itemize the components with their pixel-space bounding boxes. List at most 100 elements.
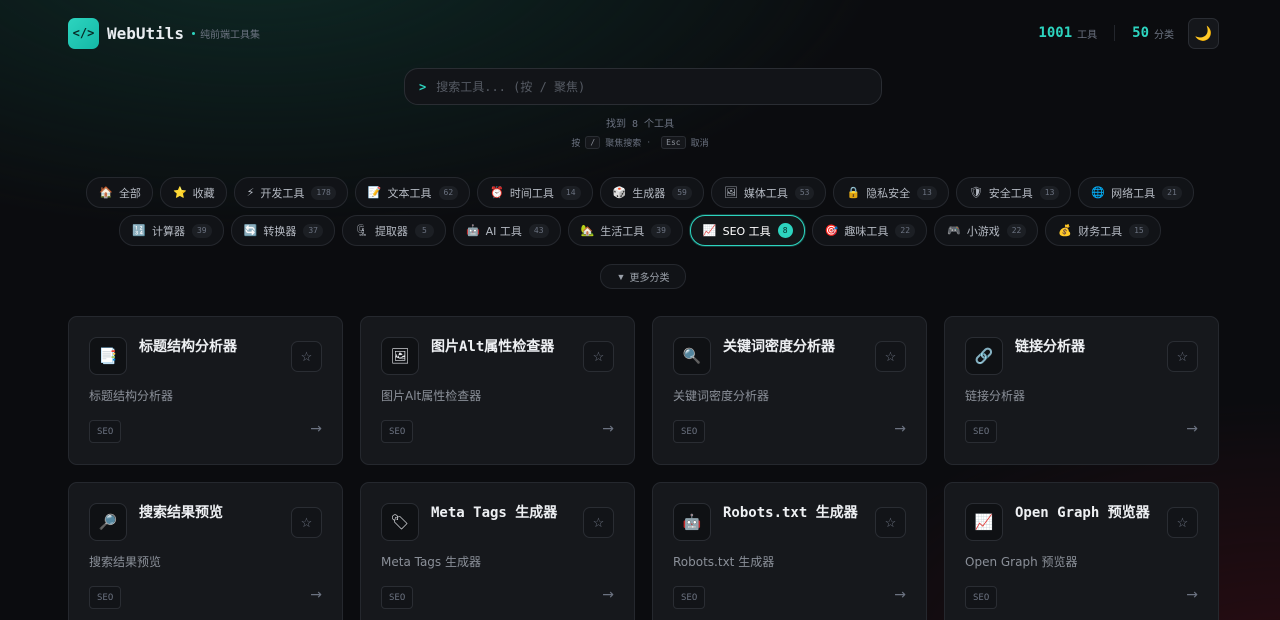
tool-card-serp-preview[interactable]: 🔎 搜索结果预览 ☆ 搜索结果预览 SEO → (68, 482, 343, 620)
brand[interactable]: </> WebUtils 纯前端工具集 (68, 17, 261, 49)
category-label: 财务工具 (1078, 224, 1123, 238)
tool-description: Robots.txt 生成器 (673, 555, 775, 569)
star-icon: ⭐ (172, 186, 187, 199)
tool-card-alt-checker[interactable]: 🖼 图片Alt属性检查器 ☆ 图片Alt属性检查器 SEO → (360, 316, 635, 465)
arrow-right-icon[interactable]: → (894, 587, 906, 603)
tool-tag: SEO (381, 420, 414, 443)
category-extractors[interactable]: 🗜 提取器 5 (341, 215, 446, 246)
tool-card-meta-tags[interactable]: 🏷 Meta Tags 生成器 ☆ Meta Tags 生成器 SEO → (360, 482, 635, 620)
tool-title: 图片Alt属性检查器 (431, 339, 555, 355)
category-finance[interactable]: 💰 财务工具 15 (1045, 215, 1161, 246)
category-games[interactable]: 🎮 小游戏 22 (934, 215, 1039, 246)
category-life-tools[interactable]: 🏡 生活工具 39 (567, 215, 683, 246)
arrow-right-icon[interactable]: → (310, 587, 322, 603)
category-count: 62 (438, 185, 459, 200)
category-count: 39 (651, 223, 671, 238)
category-label: 开发工具 (260, 186, 305, 200)
arrow-right-icon[interactable]: → (602, 421, 614, 437)
lightning-icon: ⚡ (246, 186, 255, 199)
tool-description: Open Graph 预览器 (965, 555, 1078, 569)
category-dev-tools[interactable]: ⚡ 开发工具 178 (233, 177, 348, 208)
clamp-icon: 🗜 (354, 224, 369, 237)
category-calculators[interactable]: 🔢 计算器 39 (119, 215, 224, 246)
category-count: 43 (528, 223, 549, 238)
moon-icon: 🌙 (1194, 24, 1213, 41)
tool-description: 标题结构分析器 (89, 389, 174, 403)
tools-count: 1001 (1038, 25, 1073, 41)
tool-title: Robots.txt 生成器 (723, 505, 858, 521)
category-label: 生成器 (632, 186, 666, 200)
category-count: 5 (414, 223, 434, 238)
category-text-tools[interactable]: 📝 文本工具 62 (354, 177, 471, 208)
category-count: 22 (895, 223, 916, 238)
favorite-button[interactable]: ☆ (875, 341, 906, 372)
arrow-right-icon[interactable]: → (602, 587, 614, 603)
tool-card-link-analyzer[interactable]: 🔗 链接分析器 ☆ 链接分析器 SEO → (944, 316, 1219, 465)
search-box[interactable]: > (404, 68, 882, 105)
arrow-right-icon[interactable]: → (310, 421, 322, 437)
memo-icon: 📝 (367, 186, 382, 199)
favorite-button[interactable]: ☆ (875, 507, 906, 538)
category-count: 39 (191, 223, 212, 238)
category-label: 生活工具 (600, 224, 645, 238)
brand-dot (192, 31, 196, 35)
category-media-tools[interactable]: 🖼 媒体工具 53 (710, 177, 827, 208)
favorite-button[interactable]: ☆ (291, 341, 322, 372)
chart-up-icon: 📈 (702, 224, 717, 237)
brand-subtitle: 纯前端工具集 (200, 29, 261, 41)
category-label: 文本工具 (387, 186, 432, 200)
favorite-button[interactable]: ☆ (583, 507, 614, 538)
tool-tag: SEO (965, 420, 998, 443)
arrow-right-icon[interactable]: → (894, 421, 906, 437)
category-converters[interactable]: 🔄 转换器 37 (230, 215, 335, 246)
search-input[interactable] (436, 79, 881, 94)
category-network[interactable]: 🌐 网络工具 21 (1078, 177, 1194, 208)
tool-card-keyword-density[interactable]: 🔍 关键词密度分析器 ☆ 关键词密度分析器 SEO → (652, 316, 927, 465)
tool-tag: SEO (965, 586, 998, 609)
arrow-right-icon[interactable]: → (1186, 421, 1198, 437)
category-generators[interactable]: 🎲 生成器 59 (599, 177, 704, 208)
numbers-icon: 🔢 (132, 224, 146, 237)
category-count: 178 (311, 185, 336, 200)
tool-title: Open Graph 预览器 (1015, 505, 1150, 521)
favorite-button[interactable]: ☆ (291, 507, 322, 538)
category-security[interactable]: 🛡 安全工具 13 (955, 177, 1072, 208)
hint-cancel: 取消 (690, 139, 709, 149)
category-label: 趣味工具 (844, 224, 889, 238)
category-count: 59 (672, 185, 692, 200)
category-all[interactable]: 🏠 全部 (86, 177, 153, 208)
tag-icon: 🏷 (381, 503, 419, 541)
tool-card-open-graph[interactable]: 📈 Open Graph 预览器 ☆ Open Graph 预览器 SEO → (944, 482, 1219, 620)
more-categories-button[interactable]: ▼ 更多分类 (600, 264, 686, 289)
chart-up-icon: 📈 (965, 503, 1003, 541)
hint-separator: · (647, 137, 651, 148)
categories-label: 分类 (1154, 29, 1174, 41)
category-label: 媒体工具 (743, 186, 788, 200)
category-time-tools[interactable]: ⏰ 时间工具 14 (477, 177, 593, 208)
tool-title: 关键词密度分析器 (723, 339, 835, 355)
tool-description: 关键词密度分析器 (673, 389, 770, 403)
magnifier-icon: 🔍 (673, 337, 711, 375)
stats-divider (1114, 25, 1116, 41)
favorite-button[interactable]: ☆ (1167, 507, 1198, 538)
keyboard-hint: 按 / 聚焦搜索 · Esc 取消 (0, 136, 1280, 149)
category-ai-tools[interactable]: 🤖 AI 工具 43 (452, 215, 561, 246)
category-favorites[interactable]: ⭐ 收藏 (159, 177, 227, 208)
category-label: 转换器 (263, 224, 297, 238)
tool-description: 搜索结果预览 (89, 555, 162, 569)
tool-card-robots-txt[interactable]: 🤖 Robots.txt 生成器 ☆ Robots.txt 生成器 SEO → (652, 482, 927, 620)
tool-card-heading-analyzer[interactable]: 📑 标题结构分析器 ☆ 标题结构分析器 SEO → (68, 316, 343, 465)
arrow-right-icon[interactable]: → (1186, 587, 1198, 603)
tool-description: 图片Alt属性检查器 (381, 389, 482, 403)
image-icon: 🖼 (381, 337, 419, 375)
category-fun-tools[interactable]: 🎯 趣味工具 22 (811, 215, 928, 246)
category-privacy[interactable]: 🔒 隐私安全 13 (833, 177, 949, 208)
picture-icon: 🖼 (723, 186, 738, 199)
tool-title: Meta Tags 生成器 (431, 505, 558, 521)
theme-toggle-button[interactable]: 🌙 (1188, 17, 1219, 49)
favorite-button[interactable]: ☆ (1167, 341, 1198, 372)
favorite-button[interactable]: ☆ (583, 341, 614, 372)
category-label: SEO 工具 (722, 224, 771, 238)
category-seo-tools[interactable]: 📈 SEO 工具 8 (689, 215, 805, 246)
category-label: 隐私安全 (866, 186, 911, 200)
